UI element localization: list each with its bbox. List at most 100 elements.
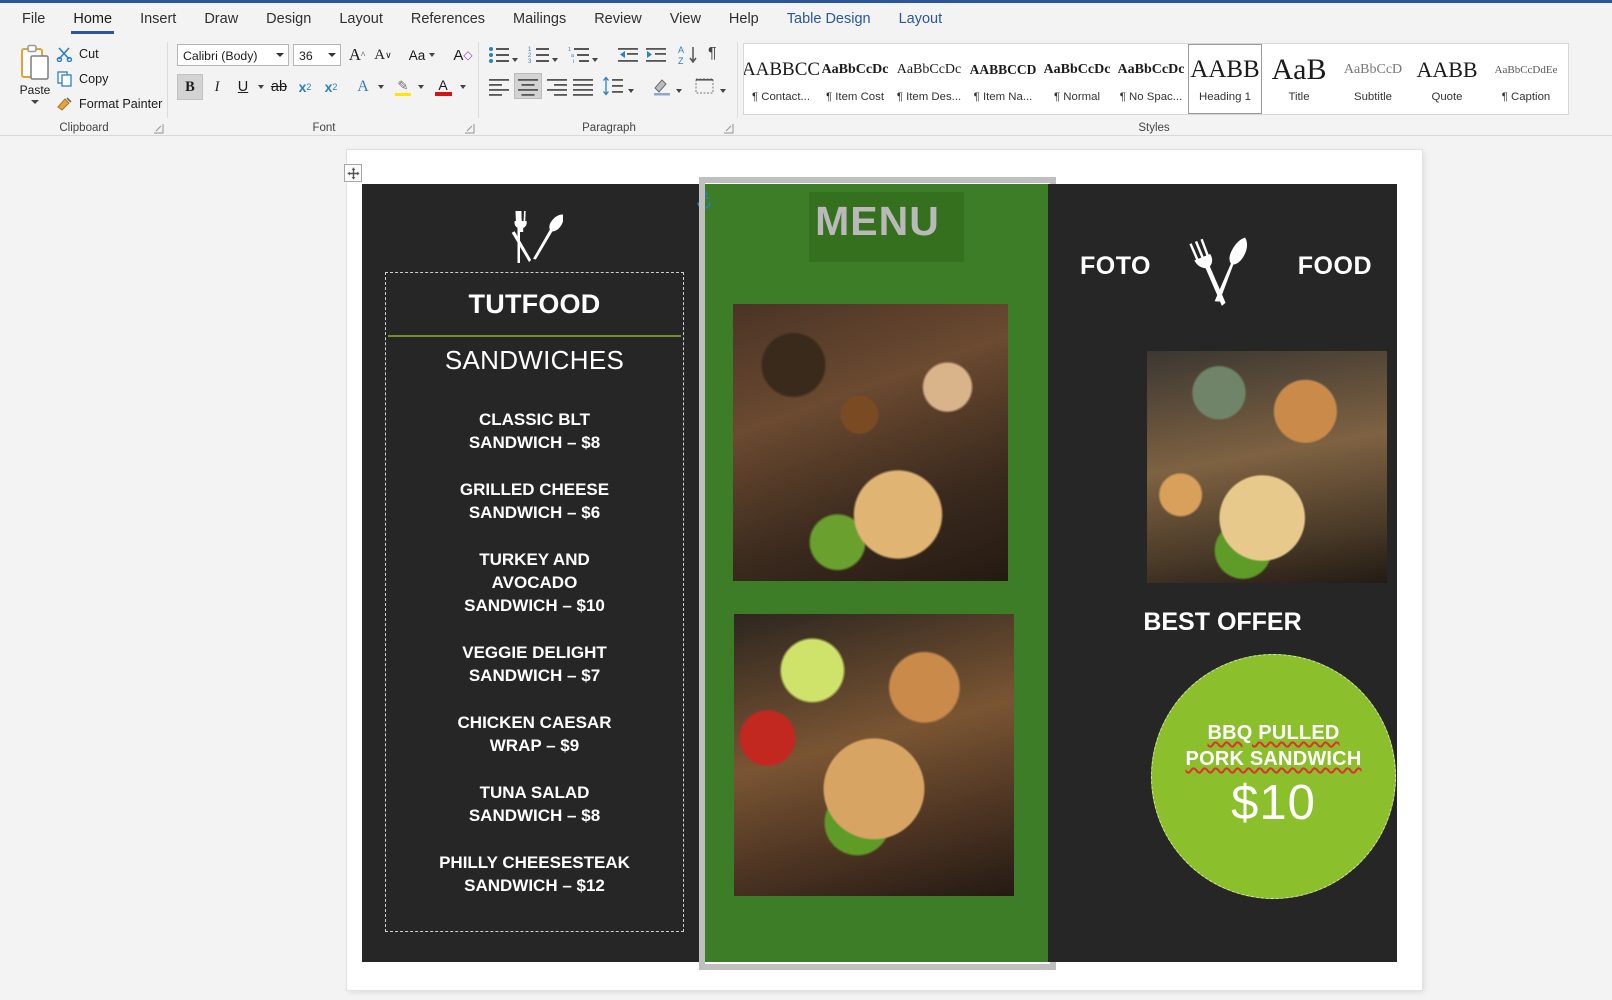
shading-dropdown[interactable] xyxy=(676,80,682,98)
text-effects-button[interactable]: A xyxy=(351,74,375,100)
style-contact[interactable]: AABBCC ¶ Contact... xyxy=(744,44,820,114)
brochure-right-panel[interactable]: FOTO FOOD BEST OFFER BBQ PULLED PORK SAN… xyxy=(1048,184,1397,962)
tab-table-design[interactable]: Table Design xyxy=(773,7,885,33)
best-offer-badge[interactable]: BBQ PULLED PORK SANDWICH $10 xyxy=(1151,654,1396,899)
grow-font-label: A xyxy=(348,45,362,64)
food-photo-sandwich-coffee[interactable] xyxy=(733,304,1008,581)
style-no-spacing[interactable]: AaBbCcDc ¶ No Spac... xyxy=(1114,44,1188,114)
borders-button[interactable] xyxy=(694,76,716,101)
bold-button[interactable]: B xyxy=(177,74,203,100)
document-canvas[interactable]: TUTFOOD SANDWICHES CLASSIC BLT SANDWICH … xyxy=(0,136,1612,1000)
chevron-down-icon[interactable] xyxy=(276,53,284,57)
menu-selection-box[interactable]: TUTFOOD SANDWICHES CLASSIC BLT SANDWICH … xyxy=(385,272,684,932)
format-painter-button[interactable]: Format Painter xyxy=(56,95,162,112)
superscript-button[interactable]: x2 xyxy=(319,74,343,100)
font-color-dropdown[interactable] xyxy=(457,74,469,100)
cut-button[interactable]: Cut xyxy=(56,45,99,63)
tab-help[interactable]: Help xyxy=(715,7,773,33)
style-title[interactable]: AaB Title xyxy=(1262,44,1336,114)
line-spacing-dropdown[interactable] xyxy=(628,80,634,98)
font-dialog-launcher[interactable] xyxy=(464,121,475,134)
document-page[interactable]: TUTFOOD SANDWICHES CLASSIC BLT SANDWICH … xyxy=(344,150,1422,990)
chevron-down-icon[interactable] xyxy=(429,53,436,57)
clipboard-dialog-launcher[interactable] xyxy=(153,121,164,134)
style-item-description[interactable]: AaBbCcDc ¶ Item Des... xyxy=(892,44,966,114)
justify-icon xyxy=(573,79,593,96)
brochure-left-panel[interactable]: TUTFOOD SANDWICHES CLASSIC BLT SANDWICH … xyxy=(362,184,707,962)
subscript-button[interactable]: x2 xyxy=(293,74,317,100)
food-photo-toast-latte[interactable] xyxy=(1147,351,1387,583)
font-size-value: 36 xyxy=(299,49,313,63)
font-color-swatch xyxy=(434,91,452,96)
chevron-down-icon[interactable] xyxy=(328,53,336,57)
line-spacing-icon xyxy=(603,76,623,96)
table-move-handle[interactable] xyxy=(344,164,362,182)
underline-dropdown[interactable] xyxy=(255,74,267,100)
align-center-button[interactable] xyxy=(514,73,542,99)
decrease-indent-button[interactable] xyxy=(618,45,638,70)
tab-file[interactable]: File xyxy=(8,7,59,33)
tab-design[interactable]: Design xyxy=(252,7,325,33)
italic-button[interactable]: I xyxy=(205,74,229,100)
group-label-styles: Styles xyxy=(1138,122,1170,134)
align-left-button[interactable] xyxy=(488,76,510,101)
line-spacing-button[interactable] xyxy=(602,76,624,101)
text-highlight-button[interactable]: ✎ xyxy=(391,74,415,100)
bullets-button[interactable] xyxy=(488,45,510,70)
align-right-button[interactable] xyxy=(546,76,568,101)
font-color-button[interactable]: A xyxy=(431,74,455,100)
copy-button[interactable]: Copy xyxy=(56,70,108,87)
formatting-marks-button[interactable]: ¶ xyxy=(708,45,717,63)
style-caption[interactable]: AaBbCcDdEe ¶ Caption xyxy=(1484,44,1568,114)
multilevel-list-button[interactable]: 1 a i xyxy=(568,45,590,70)
font-color-label: A xyxy=(438,76,448,93)
style-name: ¶ Caption xyxy=(1501,91,1551,103)
numbering-dropdown[interactable] xyxy=(552,49,558,67)
tab-mailings[interactable]: Mailings xyxy=(499,7,580,33)
bullets-dropdown[interactable] xyxy=(512,49,518,67)
underline-button[interactable]: U xyxy=(231,74,255,100)
shrink-font-button[interactable]: A ∨ xyxy=(371,44,395,66)
tab-draw[interactable]: Draw xyxy=(190,7,252,33)
clear-formatting-button[interactable]: A ◇ xyxy=(451,44,475,66)
food-photo-sandwich-tomato[interactable] xyxy=(734,614,1014,896)
paragraph-dialog-launcher[interactable] xyxy=(723,121,734,134)
tab-view[interactable]: View xyxy=(656,7,715,33)
group-label-paragraph: Paragraph xyxy=(582,122,636,134)
chevron-down-icon[interactable] xyxy=(31,100,39,104)
strikethrough-button[interactable]: ab xyxy=(267,74,291,100)
style-quote[interactable]: AABB Quote xyxy=(1410,44,1484,114)
group-styles: AABBCC ¶ Contact... AaBbCcDc ¶ Item Cost… xyxy=(739,36,1612,136)
shading-button[interactable] xyxy=(652,76,672,101)
multilevel-list-dropdown[interactable] xyxy=(592,49,598,67)
borders-dropdown[interactable] xyxy=(720,80,726,98)
justify-button[interactable] xyxy=(572,76,594,101)
style-heading-1[interactable]: AABB Heading 1 xyxy=(1188,44,1262,114)
tab-layout[interactable]: Layout xyxy=(325,7,397,33)
styles-gallery[interactable]: AABBCC ¶ Contact... AaBbCcDc ¶ Item Cost… xyxy=(743,43,1569,115)
list-item: TURKEY AND AVOCADO SANDWICH – $10 xyxy=(386,548,683,617)
tab-review[interactable]: Review xyxy=(580,7,656,33)
highlight-dropdown[interactable] xyxy=(415,74,427,100)
font-name-combobox[interactable]: Calibri (Body) xyxy=(177,44,289,66)
increase-indent-button[interactable] xyxy=(646,45,666,70)
ribbon-tab-bar[interactable]: File Home Insert Draw Design Layout Refe… xyxy=(0,3,1612,36)
brochure-mid-panel[interactable]: MENU xyxy=(697,184,1050,962)
style-normal[interactable]: AaBbCcDc ¶ Normal xyxy=(1040,44,1114,114)
style-item-name[interactable]: AABBCCD ¶ Item Na... xyxy=(966,44,1040,114)
style-subtitle[interactable]: AaBbCcD Subtitle xyxy=(1336,44,1410,114)
menu-brochure-table[interactable]: TUTFOOD SANDWICHES CLASSIC BLT SANDWICH … xyxy=(362,177,1397,970)
style-item-cost[interactable]: AaBbCcDc ¶ Item Cost xyxy=(818,44,892,114)
tab-table-layout[interactable]: Layout xyxy=(885,7,957,33)
tab-insert[interactable]: Insert xyxy=(126,7,190,33)
numbering-button[interactable]: 1 2 3 xyxy=(528,45,550,70)
grow-font-button[interactable]: A ^ xyxy=(345,44,369,66)
tab-references[interactable]: References xyxy=(397,7,499,33)
paste-button[interactable]: Paste xyxy=(12,42,58,116)
font-size-combobox[interactable]: 36 xyxy=(293,44,341,66)
tab-home[interactable]: Home xyxy=(59,7,126,34)
menu-item-line: SANDWICH – $8 xyxy=(468,806,601,825)
change-case-button[interactable]: Aa xyxy=(403,44,441,66)
sort-button[interactable]: A Z xyxy=(678,44,698,71)
text-effects-dropdown[interactable] xyxy=(375,74,387,100)
